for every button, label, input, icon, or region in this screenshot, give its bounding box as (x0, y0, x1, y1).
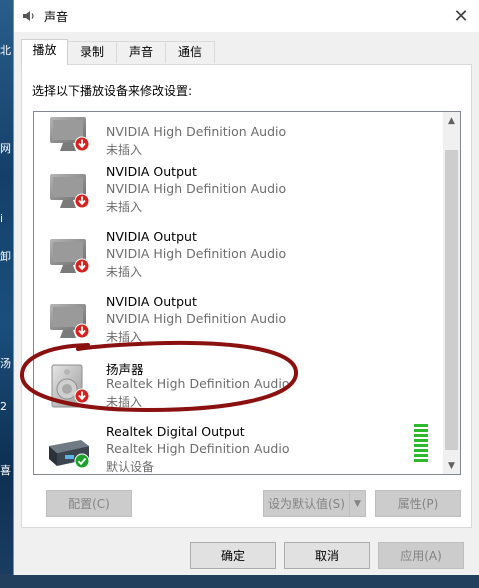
button-label: 取消 (314, 549, 339, 563)
unplugged-icon (74, 258, 90, 274)
taskbar-edge (0, 574, 479, 588)
close-button[interactable]: ✕ (443, 0, 479, 32)
device-item[interactable]: Realtek Digital Output Realtek High Defi… (34, 422, 444, 474)
device-item[interactable]: NVIDIA Output NVIDIA High Definition Aud… (34, 227, 444, 292)
device-driver: NVIDIA High Definition Audio (106, 246, 287, 261)
unplugged-icon (74, 136, 90, 152)
tab-recording[interactable]: 录制 (67, 41, 117, 63)
unplugged-icon (74, 193, 90, 209)
ok-button[interactable]: 确定 (190, 542, 276, 569)
tab-label: 录制 (79, 45, 104, 59)
tab-label: 播放 (32, 43, 57, 57)
scrollbar-thumb[interactable] (445, 150, 458, 450)
device-list[interactable]: NVIDIA High Definition Audio 未插入 NVIDIA … (33, 111, 461, 475)
device-state: 未插入 (106, 395, 143, 409)
device-state: 默认设备 (106, 460, 155, 474)
device-state: 未插入 (106, 330, 143, 344)
level-meter-segment (414, 459, 428, 462)
sound-dialog: 声音 ✕ 播放 录制 声音 通信 选择以下播放设备来修改设置: NVIDIA H… (13, 0, 479, 575)
unplugged-icon (74, 323, 90, 339)
device-driver: Realtek High Definition Audio (106, 441, 290, 456)
device-state: 未插入 (106, 143, 143, 157)
device-name: NVIDIA Output (106, 294, 197, 309)
device-driver: NVIDIA High Definition Audio (106, 124, 287, 139)
configure-button[interactable]: 配置(C) (46, 490, 132, 517)
default-check-icon (74, 453, 90, 469)
instruction-label: 选择以下播放设备来修改设置: (32, 84, 193, 98)
playback-panel: 选择以下播放设备来修改设置: NVIDIA High Definition Au… (21, 64, 472, 528)
desktop-text-fragment: 汤 (0, 357, 11, 370)
desktop-text-fragment: i (0, 212, 4, 225)
device-state: 未插入 (106, 200, 143, 214)
chevron-down-icon: ▼ (354, 498, 361, 509)
level-meter-segment (414, 444, 428, 447)
level-meter-segment (414, 424, 428, 427)
tab-label: 通信 (177, 45, 202, 59)
unplugged-icon (74, 388, 90, 404)
scroll-up-arrow-icon[interactable]: ▲ (443, 112, 460, 129)
volume-level-meter (414, 424, 428, 466)
desktop-text-fragment: 卸 (0, 250, 11, 263)
window-title: 声音 (44, 10, 69, 24)
device-state: 未插入 (106, 265, 143, 279)
device-driver: Realtek High Definition Audio (106, 376, 290, 391)
title-bar[interactable]: 声音 ✕ (14, 0, 479, 32)
level-meter-segment (414, 434, 428, 437)
desktop-text-fragment: 网 (0, 142, 11, 155)
device-item[interactable]: NVIDIA Output NVIDIA High Definition Aud… (34, 292, 444, 357)
level-meter-segment (414, 439, 428, 442)
device-item[interactable]: 扬声器 Realtek High Definition Audio 未插入 (34, 357, 444, 422)
vertical-scrollbar[interactable]: ▲ ▼ (443, 112, 460, 474)
device-name: Realtek Digital Output (106, 424, 245, 439)
device-name: NVIDIA Output (106, 164, 197, 179)
button-label: 属性(P) (397, 497, 439, 511)
set-default-button[interactable]: 设为默认值(S) (263, 490, 350, 517)
button-label: 确定 (220, 549, 245, 563)
set-default-dropdown[interactable]: ▼ (349, 490, 366, 517)
button-label: 配置(C) (68, 497, 110, 511)
cancel-button[interactable]: 取消 (284, 542, 370, 569)
desktop-text-fragment: 喜 (0, 464, 11, 477)
button-label: 应用(A) (400, 549, 442, 563)
tab-communications[interactable]: 通信 (165, 41, 215, 63)
level-meter-segment (414, 429, 428, 432)
properties-button[interactable]: 属性(P) (375, 490, 461, 517)
button-label: 设为默认值(S) (268, 497, 345, 511)
apply-button[interactable]: 应用(A) (378, 542, 464, 569)
scroll-down-arrow-icon[interactable]: ▼ (443, 457, 460, 474)
device-driver: NVIDIA High Definition Audio (106, 181, 287, 196)
desktop-text-fragment: 2 (0, 400, 7, 413)
device-driver: NVIDIA High Definition Audio (106, 311, 287, 326)
desktop-text-fragment: 北 (0, 44, 11, 57)
level-meter-segment (414, 449, 428, 452)
desktop-background: 北 网 i 卸 汤 2 喜 (0, 0, 14, 588)
level-meter-segment (414, 454, 428, 457)
speaker-icon (23, 11, 34, 21)
tab-sounds[interactable]: 声音 (116, 41, 166, 63)
device-name: NVIDIA Output (106, 229, 197, 244)
close-icon: ✕ (453, 5, 469, 27)
tab-playback[interactable]: 播放 (21, 39, 68, 65)
device-item[interactable]: NVIDIA Output NVIDIA High Definition Aud… (34, 162, 444, 227)
tab-label: 声音 (128, 45, 153, 59)
